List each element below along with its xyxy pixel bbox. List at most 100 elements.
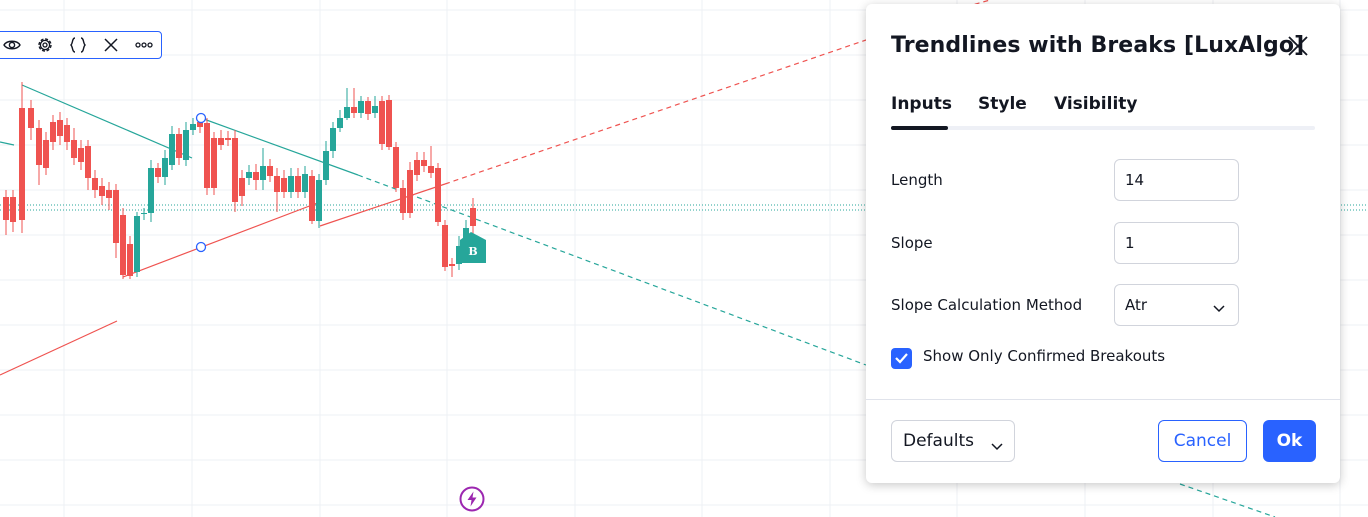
candle xyxy=(407,162,413,218)
candle-body xyxy=(309,176,315,221)
lower-trendline xyxy=(0,320,118,376)
slope-method-select[interactable]: Atr xyxy=(1114,284,1239,326)
defaults-label: Defaults xyxy=(903,431,974,451)
trendline-handle xyxy=(195,112,207,124)
candles xyxy=(3,82,476,279)
dialog-close-button[interactable] xyxy=(1286,34,1310,58)
candle xyxy=(414,152,420,181)
remove-indicator-button[interactable] xyxy=(95,32,128,58)
candle-body xyxy=(28,108,34,128)
candle xyxy=(43,132,49,175)
candle-body xyxy=(372,106,378,113)
candle-body xyxy=(36,128,42,165)
source-code-icon xyxy=(67,35,89,55)
candle xyxy=(57,112,63,145)
lightning-icon[interactable] xyxy=(459,486,485,512)
slope-input[interactable] xyxy=(1114,222,1239,264)
candle-body xyxy=(127,244,133,276)
candle-body xyxy=(274,176,280,192)
candle-body xyxy=(253,172,259,180)
candle-body xyxy=(351,107,357,113)
candle-body xyxy=(162,158,168,177)
candle-body xyxy=(281,178,287,192)
candle xyxy=(113,184,119,258)
candle xyxy=(169,126,175,170)
candle-body xyxy=(449,264,455,266)
candle-body xyxy=(330,128,336,151)
candle-body xyxy=(50,122,56,142)
candle xyxy=(323,141,329,185)
tab-style[interactable]: Style xyxy=(978,94,1027,114)
gear-icon xyxy=(35,35,55,55)
candle xyxy=(246,165,252,185)
candle xyxy=(302,166,308,198)
length-input[interactable] xyxy=(1114,159,1239,201)
candle-body xyxy=(113,190,119,243)
candle xyxy=(85,140,91,190)
candle-body xyxy=(3,197,9,220)
tab-visibility[interactable]: Visibility xyxy=(1054,94,1138,114)
candle-body xyxy=(337,118,343,128)
visibility-button[interactable] xyxy=(0,32,28,58)
ok-button[interactable]: Ok xyxy=(1263,420,1316,462)
breakout-marker-label: B xyxy=(468,245,477,258)
candle-body xyxy=(316,180,322,221)
candle-body xyxy=(267,166,273,176)
candle-body xyxy=(421,160,427,166)
candle-body xyxy=(176,134,182,158)
candle-body xyxy=(302,174,308,192)
candle-body xyxy=(190,124,196,130)
candle xyxy=(204,118,210,195)
slope-method-label: Slope Calculation Method xyxy=(891,296,1083,314)
trendline-handle xyxy=(195,241,207,253)
candle-body xyxy=(246,172,252,178)
candle xyxy=(162,150,168,185)
candle xyxy=(295,168,301,198)
candle-body xyxy=(19,108,25,220)
settings-button[interactable] xyxy=(28,32,61,58)
indicator-toolbar xyxy=(0,31,162,59)
candle-body xyxy=(155,168,161,177)
candle xyxy=(260,148,266,190)
candle xyxy=(134,212,140,277)
candle xyxy=(10,190,16,232)
candle-body xyxy=(71,140,77,158)
candle-body xyxy=(99,186,105,196)
candle-body xyxy=(239,178,245,196)
candle-body xyxy=(183,130,189,160)
candle-body xyxy=(85,146,91,178)
candle-body xyxy=(92,178,98,190)
candle xyxy=(190,118,196,135)
candle xyxy=(379,96,385,150)
candle xyxy=(106,182,112,210)
dialog-title: Trendlines with Breaks [LuxAlgo] xyxy=(891,33,1305,58)
defaults-dropdown[interactable]: Defaults xyxy=(891,420,1015,462)
tab-inputs[interactable]: Inputs xyxy=(891,94,952,114)
candle xyxy=(239,170,245,206)
confirmed-breakouts-checkbox[interactable] xyxy=(891,348,912,369)
candle-body xyxy=(78,148,84,162)
candle xyxy=(19,82,25,233)
lower-trendline xyxy=(122,201,321,278)
candle xyxy=(330,122,336,158)
candle-body xyxy=(106,190,112,198)
source-code-button[interactable] xyxy=(61,32,94,58)
more-button[interactable] xyxy=(128,32,161,58)
candle xyxy=(120,208,126,279)
candle xyxy=(155,163,161,183)
more-icon xyxy=(133,35,155,55)
candle xyxy=(176,128,182,165)
candle-body xyxy=(211,138,217,188)
candle xyxy=(267,159,273,182)
candle-body xyxy=(43,140,49,168)
cancel-button[interactable]: Cancel xyxy=(1158,420,1247,462)
candle xyxy=(28,100,34,140)
candle xyxy=(428,146,434,178)
candle-body xyxy=(10,197,16,222)
confirmed-breakouts-label[interactable]: Show Only Confirmed Breakouts xyxy=(923,347,1165,365)
footer-divider xyxy=(866,399,1340,400)
candle xyxy=(372,96,378,118)
upper-trendline-extension xyxy=(1179,483,1276,517)
checkmark-icon xyxy=(894,349,909,368)
candle xyxy=(36,120,42,185)
